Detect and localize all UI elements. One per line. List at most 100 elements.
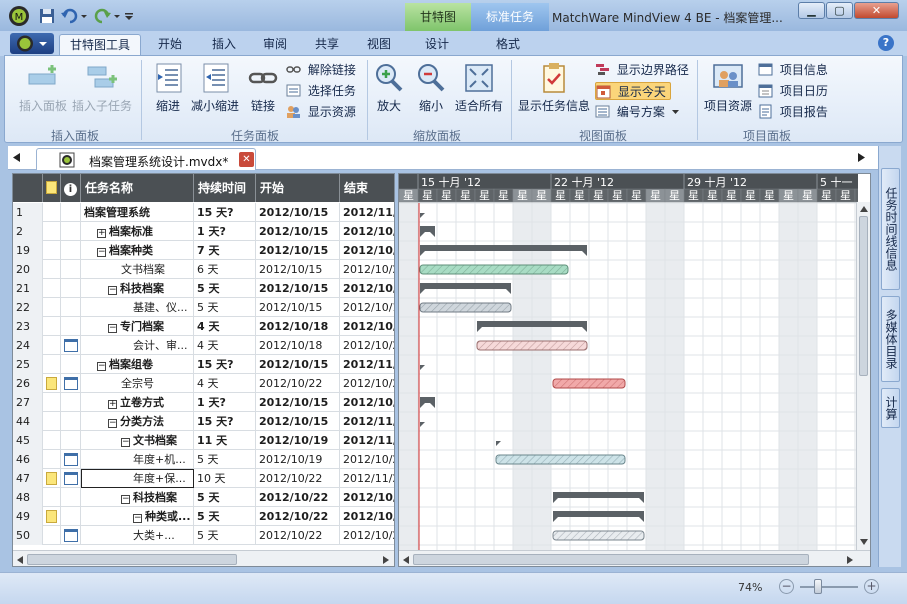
gantt-hscroll-thumb[interactable] — [413, 554, 809, 565]
info-cell[interactable] — [61, 260, 81, 279]
duration-cell[interactable]: 4 天 — [194, 317, 256, 336]
select-task-button[interactable]: 选择任务 — [286, 82, 356, 100]
note-cell[interactable] — [43, 412, 61, 431]
tab-format[interactable]: 格式 — [486, 34, 530, 56]
fit-all-button[interactable]: 适合所有 — [453, 61, 505, 114]
table-row[interactable]: 44−分类方法15 天?2012/10/152012/11/2 — [13, 412, 394, 431]
zoom-slider-track[interactable] — [800, 586, 858, 588]
duration-cell[interactable]: 4 天 — [194, 336, 256, 355]
insert-panel-button[interactable]: 插入面板 — [17, 61, 69, 114]
customize-qat-icon[interactable] — [124, 7, 134, 25]
project-calendar-button[interactable]: 项目日历 — [758, 82, 828, 100]
note-cell[interactable] — [43, 222, 61, 241]
table-row[interactable]: 49 −种类或...5 天2012/10/222012/10/2 — [13, 507, 394, 526]
info-cell[interactable] — [61, 431, 81, 450]
task-name-cell[interactable]: 会计、审... — [81, 336, 194, 355]
duration-cell[interactable]: 11 天 — [194, 431, 256, 450]
task-name-cell[interactable]: + 档案标准 — [81, 222, 194, 241]
row-number[interactable]: 50 — [13, 526, 43, 545]
end-cell[interactable]: 2012/10/2 — [340, 374, 394, 393]
start-cell[interactable]: 2012/10/15 — [256, 298, 340, 317]
context-tab-gantt[interactable]: 甘特图 — [405, 3, 471, 31]
end-cell[interactable]: 2012/11/2 — [340, 355, 394, 374]
note-cell[interactable] — [43, 507, 61, 526]
note-cell[interactable] — [43, 469, 61, 488]
note-cell[interactable] — [43, 317, 61, 336]
task-name-cell[interactable]: 年度+保... — [81, 469, 194, 488]
table-row[interactable]: 21−科技档案5 天2012/10/152012/10/1 — [13, 279, 394, 298]
info-cell[interactable] — [61, 450, 81, 469]
summary-bar[interactable] — [420, 226, 435, 232]
collapse-icon[interactable]: − — [108, 286, 117, 295]
row-number[interactable]: 27 — [13, 393, 43, 412]
row-number[interactable]: 21 — [13, 279, 43, 298]
summary-bar[interactable] — [553, 492, 644, 498]
end-cell[interactable]: 2012/10/2 — [340, 488, 394, 507]
row-number[interactable]: 48 — [13, 488, 43, 507]
row-number[interactable]: 45 — [13, 431, 43, 450]
note-cell[interactable] — [43, 488, 61, 507]
task-bar[interactable] — [552, 530, 645, 541]
end-cell[interactable]: 2012/10/2 — [340, 450, 394, 469]
collapse-icon[interactable]: − — [97, 362, 106, 371]
info-cell[interactable] — [61, 241, 81, 260]
table-row[interactable]: 24 会计、审... 4 天 2012/10/18 2012/10/2 — [13, 336, 394, 355]
end-cell[interactable]: 2012/10/2 — [340, 317, 394, 336]
end-cell[interactable]: 2012/10/1 — [340, 393, 394, 412]
row-number[interactable]: 46 — [13, 450, 43, 469]
info-cell[interactable] — [61, 317, 81, 336]
gantt-canvas[interactable]: 星星星星星星星星星星星星星星星星星星星星星星星星星星15 十月 '1222 十月… — [399, 174, 858, 550]
table-row[interactable]: 2+档案标准1 天?2012/10/152012/10/1 — [13, 222, 394, 241]
end-cell[interactable]: 2012/10/2 — [340, 507, 394, 526]
info-cell[interactable] — [61, 507, 81, 526]
table-row[interactable]: 23−专门档案4 天2012/10/182012/10/2 — [13, 317, 394, 336]
note-icon[interactable] — [46, 377, 57, 390]
end-cell[interactable]: 2012/10/1 — [340, 222, 394, 241]
info-cell[interactable] — [61, 355, 81, 374]
note-cell[interactable] — [43, 336, 61, 355]
start-cell[interactable]: 2012/10/15 — [256, 222, 340, 241]
table-horizontal-scrollbar[interactable] — [13, 550, 394, 566]
undo-icon[interactable] — [60, 7, 78, 25]
duration-cell[interactable]: 5 天 — [194, 507, 256, 526]
collapse-icon[interactable]: − — [121, 438, 130, 447]
table-row[interactable]: 1 档案管理系统 15 天?2012/10/152012/11/2 — [13, 203, 394, 222]
end-cell[interactable]: 2012/11/2 — [340, 203, 394, 222]
calendar-icon[interactable] — [64, 377, 78, 390]
table-scroll-thumb[interactable] — [27, 554, 237, 565]
header-task-name[interactable]: 任务名称 — [81, 174, 194, 202]
note-icon[interactable] — [46, 510, 57, 523]
application-menu-button[interactable] — [10, 33, 54, 54]
end-cell[interactable]: 2012/11/2 — [340, 412, 394, 431]
end-cell[interactable]: 2012/10/2 — [340, 336, 394, 355]
end-cell[interactable]: 2012/11/2 — [340, 431, 394, 450]
task-name-cell[interactable]: − 分类方法 — [81, 412, 194, 431]
tab-design[interactable]: 设计 — [415, 34, 459, 56]
show-critical-path-button[interactable]: 显示边界路径 — [595, 61, 689, 79]
task-bar[interactable] — [495, 454, 626, 465]
table-row[interactable]: 47 年度+保... 10 天 2012/10/22 2012/11/2 — [13, 469, 394, 488]
start-cell[interactable]: 2012/10/15 — [256, 241, 340, 260]
summary-bar[interactable] — [553, 511, 644, 517]
start-cell[interactable]: 2012/10/15 — [256, 412, 340, 431]
start-cell[interactable]: 2012/10/18 — [256, 336, 340, 355]
row-number[interactable]: 19 — [13, 241, 43, 260]
project-report-button[interactable]: 项目报告 — [758, 103, 828, 121]
row-number[interactable]: 20 — [13, 260, 43, 279]
task-name-cell[interactable]: + 立卷方式 — [81, 393, 194, 412]
note-cell[interactable] — [43, 393, 61, 412]
duration-cell[interactable]: 7 天 — [194, 241, 256, 260]
tab-gantt-tools[interactable]: 甘特图工具 — [59, 34, 141, 56]
row-number[interactable]: 47 — [13, 469, 43, 488]
header-note-column[interactable] — [43, 174, 61, 202]
start-cell[interactable]: 2012/10/15 — [256, 279, 340, 298]
collapse-icon[interactable]: − — [108, 419, 117, 428]
task-name-cell[interactable]: 全宗号 — [81, 374, 194, 393]
row-number[interactable]: 26 — [13, 374, 43, 393]
table-row[interactable]: 48−科技档案5 天2012/10/222012/10/2 — [13, 488, 394, 507]
collapse-icon[interactable]: − — [97, 248, 106, 257]
start-cell[interactable]: 2012/10/22 — [256, 488, 340, 507]
header-duration[interactable]: 持续时间 — [194, 174, 256, 202]
gantt-vscroll-thumb[interactable] — [859, 216, 868, 376]
collapse-icon[interactable]: − — [121, 495, 130, 504]
